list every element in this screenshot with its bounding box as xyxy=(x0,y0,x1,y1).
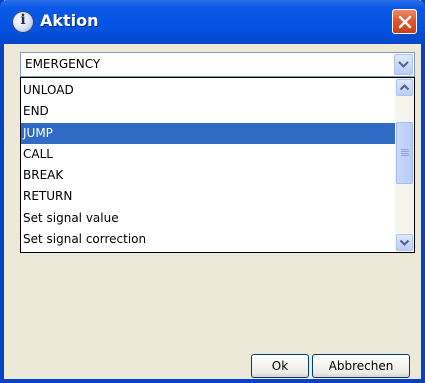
close-button[interactable] xyxy=(392,9,417,34)
list-item[interactable]: Set signal value xyxy=(21,208,396,229)
action-select[interactable]: EMERGENCY xyxy=(20,52,415,77)
scroll-thumb[interactable] xyxy=(396,122,413,184)
title-bar[interactable]: i Aktion xyxy=(0,0,425,44)
list-item[interactable]: RETURN xyxy=(21,186,396,207)
list-item[interactable]: UNLOAD xyxy=(21,80,396,101)
chevron-down-icon xyxy=(398,61,409,68)
list-item[interactable]: BREAK xyxy=(21,165,396,186)
dropdown-button[interactable] xyxy=(394,54,413,75)
list-item[interactable]: CALL xyxy=(21,144,396,165)
cancel-button[interactable]: Abbrechen xyxy=(312,354,410,378)
action-list-items: UNLOAD END JUMP CALL BREAK RETURN Set signal v… xyxy=(21,80,396,250)
scroll-down-button[interactable] xyxy=(396,234,413,251)
chevron-up-icon xyxy=(399,84,410,91)
action-select-value: EMERGENCY xyxy=(25,57,101,71)
chevron-down-icon xyxy=(399,239,410,246)
scroll-up-button[interactable] xyxy=(396,79,413,96)
ok-button[interactable]: Ok xyxy=(251,354,309,378)
list-item[interactable]: JUMP xyxy=(21,122,396,144)
list-item[interactable]: Set signal correction xyxy=(21,229,396,250)
action-list[interactable]: UNLOAD END JUMP CALL BREAK RETURN Set signal v… xyxy=(20,77,415,253)
vertical-scrollbar[interactable] xyxy=(395,78,414,252)
close-icon xyxy=(398,15,412,29)
window-title: Aktion xyxy=(40,11,99,30)
info-icon: i xyxy=(12,11,34,33)
list-item[interactable]: END xyxy=(21,101,396,122)
